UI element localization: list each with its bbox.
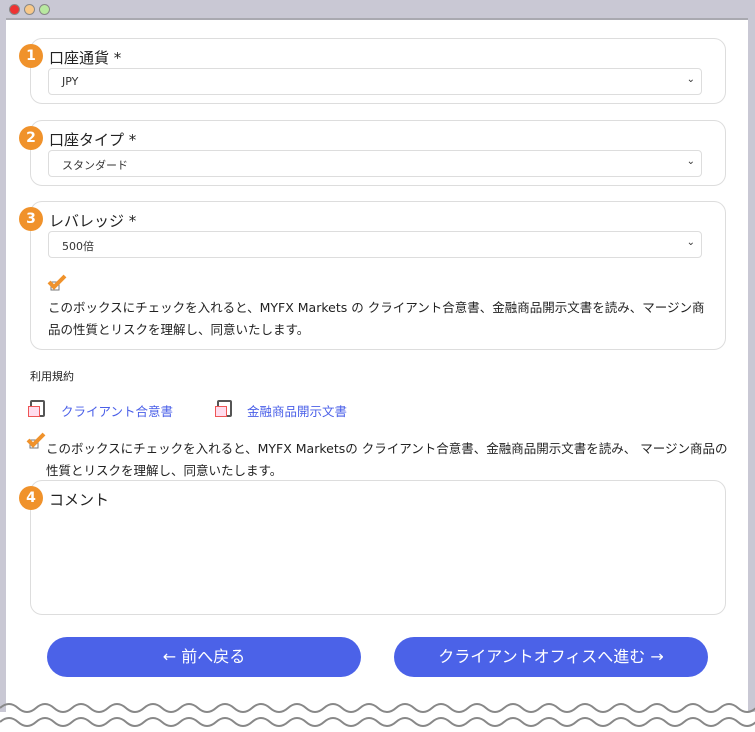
chevron-down-icon: ⌄: [686, 237, 695, 248]
leverage-label: レバレッジ *: [49, 212, 137, 230]
terms-heading: 利用規約: [30, 370, 74, 383]
agree-text: このボックスにチェックを入れると、MYFX Marketsの クライアント合意書…: [46, 441, 728, 478]
step-badge: 2: [19, 126, 43, 150]
chevron-down-icon: ⌄: [686, 156, 695, 167]
account-type-select[interactable]: スタンダード ⌄: [48, 150, 702, 177]
next-button[interactable]: クライアントオフィスへ進む →: [394, 637, 708, 677]
leverage-card: 3 レバレッジ * 500倍 ⌄ このボックスにチェックを入れると、MYFX Ma…: [19, 201, 726, 350]
agree-checkbox[interactable]: [26, 432, 48, 452]
step-badge: 3: [19, 207, 43, 231]
currency-select[interactable]: JPY ⌄: [48, 68, 702, 95]
pdf-icon: [28, 400, 45, 417]
comment-card[interactable]: 4 コメント: [19, 480, 726, 615]
leverage-select[interactable]: 500倍 ⌄: [48, 231, 702, 258]
comment-textarea[interactable]: [48, 511, 715, 604]
client-agreement-link[interactable]: クライアント合意書: [61, 401, 173, 420]
currency-label: 口座通貨 *: [49, 49, 122, 67]
pdf-icon: [215, 400, 232, 417]
step-badge: 1: [19, 44, 43, 68]
torn-edge: [0, 703, 755, 732]
account-type-card: 2 口座タイプ * スタンダード ⌄: [19, 120, 726, 186]
account-type-label: 口座タイプ *: [49, 131, 137, 149]
back-button[interactable]: ← 前へ戻る: [47, 637, 361, 677]
leverage-agree-checkbox[interactable]: [47, 274, 69, 294]
disclosure-document-link[interactable]: 金融商品開示文書: [247, 401, 347, 420]
leverage-agree-text: このボックスにチェックを入れると、MYFX Markets の クライアント合意…: [48, 300, 705, 337]
leverage-value: 500倍: [62, 240, 94, 253]
currency-card: 1 口座通貨 * JPY ⌄: [19, 38, 726, 104]
page-content: 1 口座通貨 * JPY ⌄ 2 口座タイプ * スタンダード ⌄ 3 レバレッジ …: [6, 18, 748, 718]
comment-label: コメント: [49, 491, 110, 509]
close-window-button[interactable]: [9, 4, 20, 15]
chevron-down-icon: ⌄: [686, 74, 695, 85]
currency-value: JPY: [62, 75, 79, 88]
account-type-value: スタンダード: [62, 159, 128, 172]
title-bar: [0, 0, 755, 18]
step-badge: 4: [19, 486, 43, 510]
maximize-window-button[interactable]: [39, 4, 50, 15]
minimize-window-button[interactable]: [24, 4, 35, 15]
